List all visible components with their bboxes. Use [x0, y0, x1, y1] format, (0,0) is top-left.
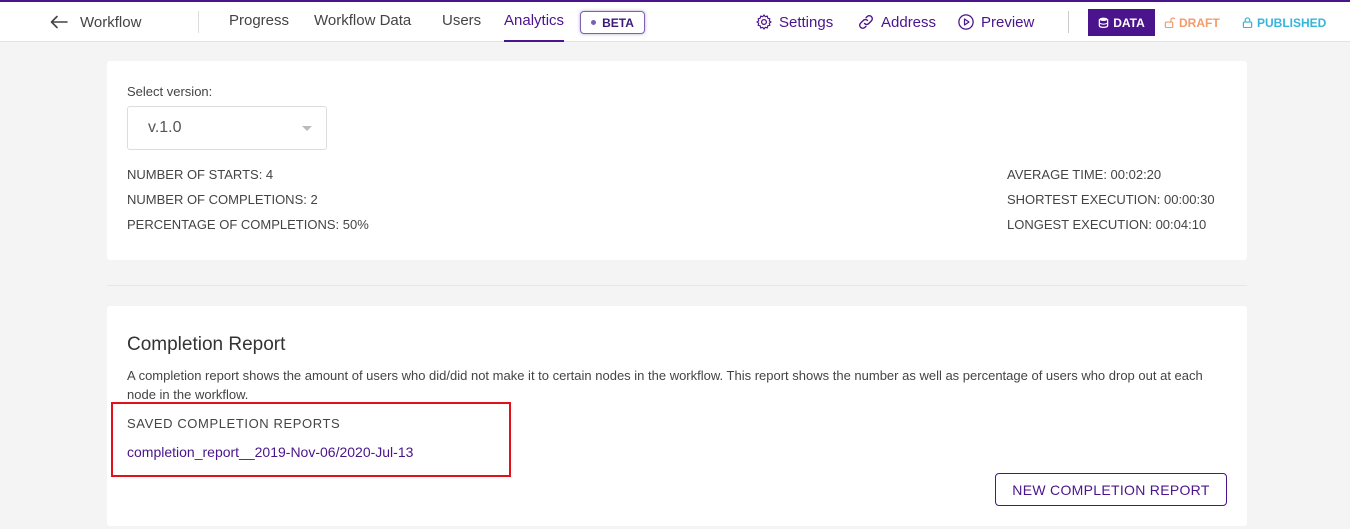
top-bar: Workflow Progress Workflow Data Users An…: [0, 0, 1350, 42]
link-icon: [859, 15, 873, 29]
completion-report-title: Completion Report: [127, 334, 286, 355]
draft-mode-button[interactable]: DRAFT: [1164, 9, 1220, 36]
tab-users[interactable]: Users: [442, 2, 481, 42]
saved-report-link[interactable]: completion_report__2019-Nov-06/2020-Jul-…: [127, 444, 413, 460]
beta-label: BETA: [602, 15, 634, 30]
stat-longest-execution: LONGEST EXECUTION: 00:04:10: [1007, 217, 1207, 232]
highlight-box: [111, 402, 511, 477]
beta-dot-icon: [591, 20, 597, 25]
lock-icon: [1242, 17, 1253, 28]
stat-average-time: AVERAGE TIME: 00:02:20: [1007, 167, 1162, 182]
completion-report-description: A completion report shows the amount of …: [127, 368, 1203, 402]
header-divider: [198, 11, 199, 33]
settings-label: Settings: [779, 13, 834, 31]
back-button[interactable]: Workflow: [50, 2, 141, 42]
completion-report-card: Completion Report A completion report sh…: [107, 306, 1247, 526]
caret-down-icon: [302, 126, 312, 131]
draft-mode-label: DRAFT: [1179, 15, 1220, 30]
preview-label: Preview: [981, 13, 1035, 31]
version-select[interactable]: v.1.0: [127, 106, 327, 150]
database-icon: [1098, 17, 1109, 28]
settings-button[interactable]: Settings: [755, 2, 833, 42]
address-label: Address: [881, 13, 937, 31]
data-mode-button[interactable]: DATA: [1088, 9, 1155, 36]
stat-shortest-execution: SHORTEST EXECUTION: 00:00:30: [1007, 192, 1215, 207]
version-select-value: v.1.0: [148, 119, 182, 136]
preview-button[interactable]: Preview: [957, 2, 1034, 42]
section-divider: [107, 285, 1247, 286]
beta-badge: BETA: [580, 11, 645, 34]
tab-workflow-data[interactable]: Workflow Data: [314, 2, 411, 42]
published-mode-label: PUBLISHED: [1257, 15, 1327, 30]
tab-progress[interactable]: Progress: [229, 2, 289, 42]
select-version-label: Select version:: [127, 84, 213, 99]
gear-icon: [756, 14, 772, 30]
saved-reports-title: SAVED COMPLETION REPORTS: [127, 416, 341, 431]
data-mode-label: DATA: [1113, 15, 1145, 30]
stat-number-of-starts: NUMBER OF STARTS: 4: [127, 167, 274, 182]
unlock-icon: [1164, 17, 1175, 28]
header-divider-right: [1068, 11, 1069, 33]
new-completion-report-button[interactable]: NEW COMPLETION REPORT: [995, 473, 1227, 506]
back-label: Workflow: [80, 13, 142, 31]
play-circle-icon: [958, 14, 974, 30]
address-button[interactable]: Address: [857, 2, 936, 42]
version-stats-card: Select version: v.1.0 NUMBER OF STARTS: …: [107, 61, 1247, 260]
published-mode-button[interactable]: PUBLISHED: [1242, 9, 1326, 36]
stat-percentage-of-completions: PERCENTAGE OF COMPLETIONS: 50%: [127, 217, 369, 232]
arrow-left-icon: [50, 15, 68, 29]
stat-number-of-completions: NUMBER OF COMPLETIONS: 2: [127, 192, 318, 207]
tab-analytics[interactable]: Analytics: [504, 2, 565, 42]
